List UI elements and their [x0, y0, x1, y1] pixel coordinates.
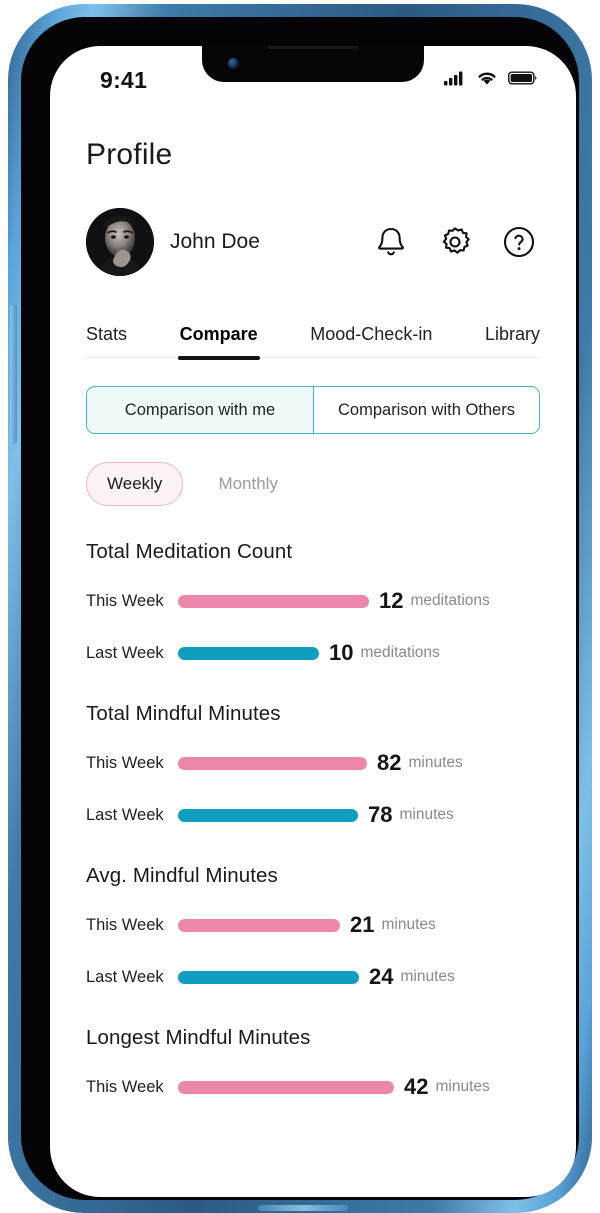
tab-stats[interactable]: Stats — [86, 324, 127, 357]
comparison-segmented-control: Comparison with me Comparison with Other… — [86, 386, 540, 434]
stat-row: This Week 82 minutes — [86, 748, 540, 778]
stat-value: 24 — [369, 964, 394, 989]
stat-row: Last Week 78 minutes — [86, 800, 540, 830]
period-weekly[interactable]: Weekly — [86, 462, 184, 506]
earpiece-speaker — [267, 46, 359, 49]
stat-row-label: Last Week — [86, 967, 164, 986]
tab-mood-check-in[interactable]: Mood-Check-in — [310, 324, 432, 357]
bar-this-week — [178, 918, 340, 932]
notch — [202, 46, 424, 82]
segment-comparison-with-others[interactable]: Comparison with Others — [313, 387, 539, 433]
signal-icon — [444, 70, 466, 91]
stat-row: This Week 21 minutes — [86, 910, 540, 940]
stat-title: Avg. Mindful Minutes — [86, 864, 278, 887]
bar-this-week — [178, 1080, 394, 1094]
stat-row-label: This Week — [86, 591, 164, 610]
stat-value: 10 — [329, 640, 354, 665]
frame-bottom-highlight — [258, 1205, 348, 1211]
stat-value: 78 — [368, 802, 393, 827]
stat-row: This Week 42 minutes — [86, 1072, 540, 1102]
stat-section-total-meditation-count: Total Meditation Count This Week 12 medi… — [86, 540, 540, 668]
bar-last-week — [178, 646, 319, 660]
battery-icon — [508, 70, 538, 91]
stat-unit: minutes — [381, 916, 436, 933]
stat-row-label: This Week — [86, 915, 164, 934]
tab-compare[interactable]: Compare — [177, 324, 260, 360]
stat-value: 82 — [377, 750, 402, 775]
wifi-icon — [476, 70, 498, 91]
front-camera-icon — [228, 58, 239, 69]
help-question-icon[interactable] — [498, 221, 540, 263]
phone-frame: 9:41 Profile John Doe Stats Compare Mood… — [8, 4, 592, 1213]
stat-row-label: Last Week — [86, 805, 164, 824]
stat-row-label: Last Week — [86, 643, 164, 662]
notifications-bell-icon[interactable] — [370, 221, 412, 263]
stat-value: 21 — [350, 912, 375, 937]
stat-row: Last Week 24 minutes — [86, 962, 540, 992]
stat-unit: minutes — [400, 968, 455, 985]
status-time: 9:41 — [100, 66, 148, 93]
bar-last-week — [178, 970, 359, 984]
page-content: Profile John Doe Stats Compare Mood-Chec… — [50, 108, 576, 1197]
stat-row-label: This Week — [86, 753, 164, 772]
stat-value: 12 — [379, 588, 404, 613]
bar-last-week — [178, 808, 358, 822]
stat-unit: minutes — [408, 754, 463, 771]
phone-bezel: 9:41 Profile John Doe Stats Compare Mood… — [21, 17, 579, 1200]
frame-side-button-highlight — [10, 304, 17, 444]
stat-title: Total Mindful Minutes — [86, 702, 281, 725]
period-toggle: Weekly Monthly — [86, 462, 540, 506]
stat-unit: minutes — [435, 1078, 490, 1095]
bar-this-week — [178, 756, 367, 770]
stat-section-longest-mindful-minutes: Longest Mindful Minutes This Week 42 min… — [86, 1026, 540, 1102]
stat-title: Total Meditation Count — [86, 540, 293, 563]
stat-unit: meditations — [410, 592, 490, 609]
segment-comparison-with-me[interactable]: Comparison with me — [87, 387, 313, 433]
stat-section-avg-mindful-minutes: Avg. Mindful Minutes This Week 21 minute… — [86, 864, 540, 992]
avatar[interactable] — [86, 208, 154, 276]
page-title: Profile — [86, 138, 173, 171]
stat-row-label: This Week — [86, 1077, 164, 1096]
stat-row: This Week 12 meditations — [86, 586, 540, 616]
stat-value: 42 — [404, 1074, 429, 1099]
profile-header-row: John Doe — [86, 206, 540, 278]
tab-bar: Stats Compare Mood-Check-in Library — [86, 308, 540, 360]
period-monthly[interactable]: Monthly — [197, 462, 299, 506]
stat-unit: minutes — [399, 806, 454, 823]
stat-unit: meditations — [360, 644, 440, 661]
settings-gear-icon[interactable] — [434, 221, 476, 263]
tab-library[interactable]: Library — [485, 324, 540, 357]
stat-title: Longest Mindful Minutes — [86, 1026, 311, 1049]
profile-name: John Doe — [170, 230, 260, 253]
stat-section-total-mindful-minutes: Total Mindful Minutes This Week 82 minut… — [86, 702, 540, 830]
bar-this-week — [178, 594, 369, 608]
status-icons — [444, 70, 538, 91]
stat-row: Last Week 10 meditations — [86, 638, 540, 668]
phone-screen: 9:41 Profile John Doe Stats Compare Mood… — [50, 46, 576, 1197]
